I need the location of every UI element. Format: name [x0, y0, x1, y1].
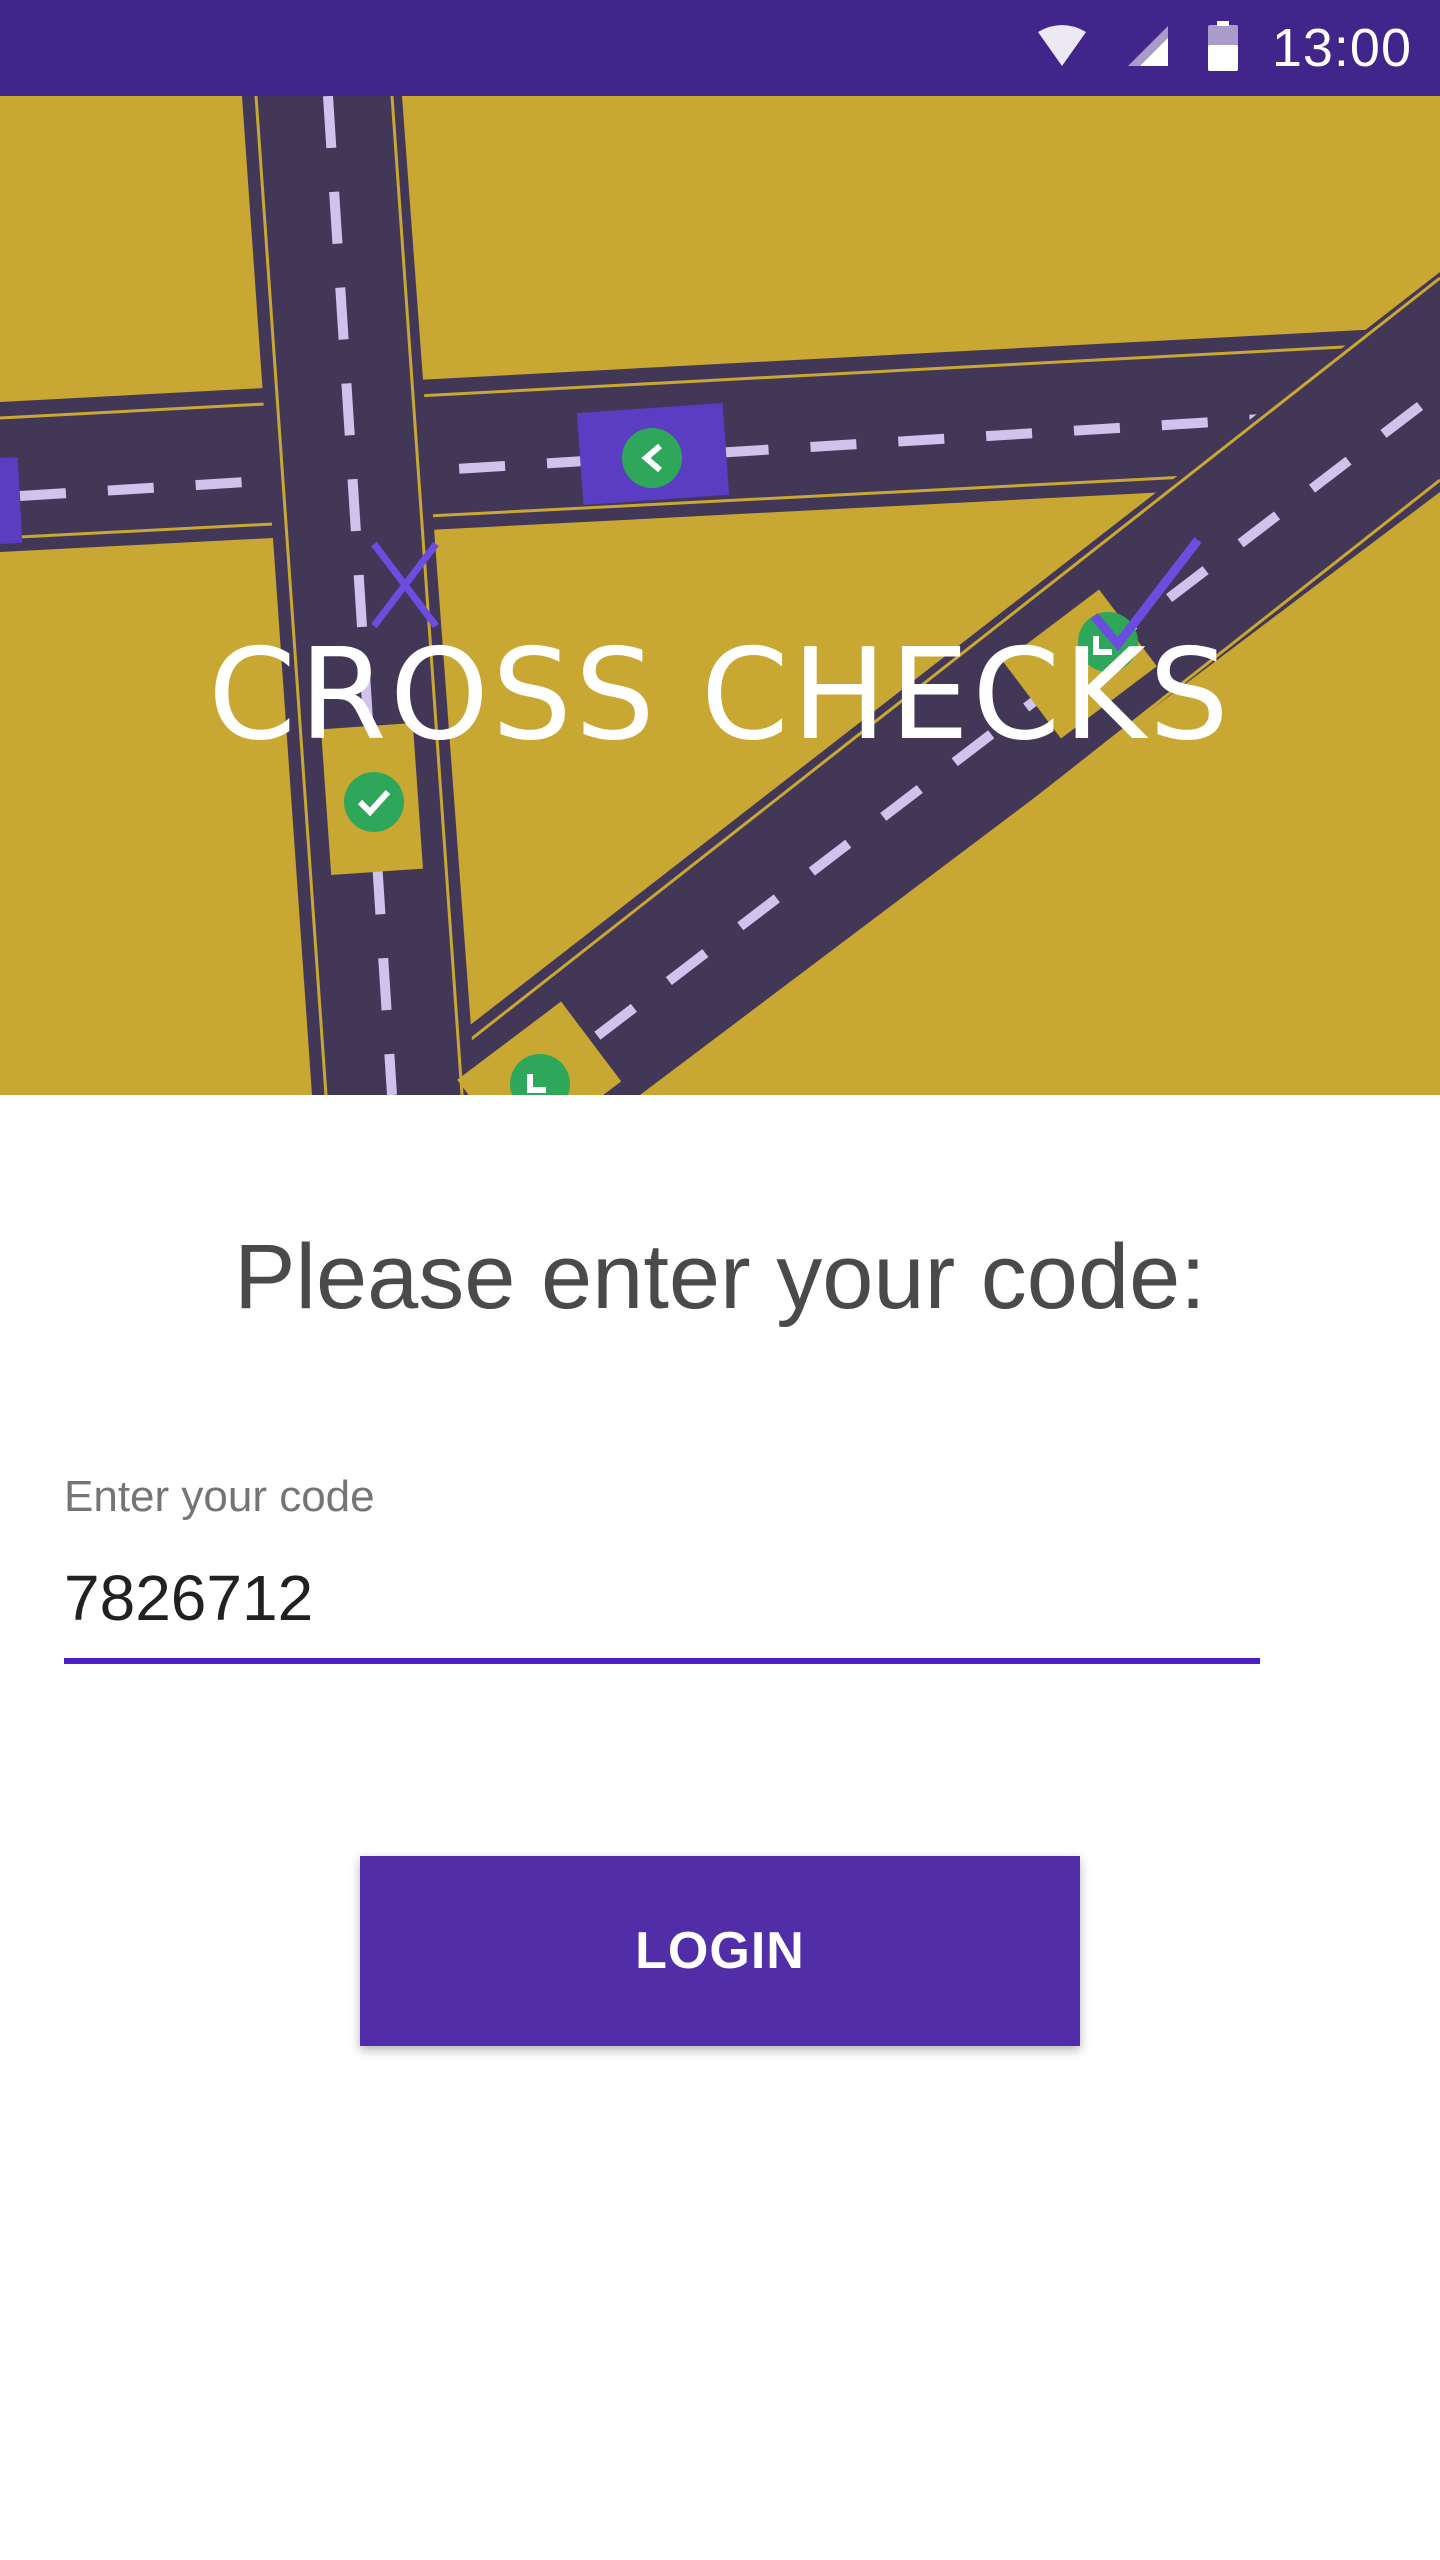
code-field-label: Enter your code — [64, 1472, 375, 1521]
wifi-icon — [1036, 24, 1088, 73]
hero-banner: CROSS CHECKS — [0, 96, 1440, 1095]
cell-signal-icon — [1126, 24, 1170, 73]
vertical-road — [242, 96, 476, 1095]
car-purple — [576, 403, 730, 505]
roads-illustration: CROSS CHECKS — [0, 96, 1440, 1095]
status-time: 13:00 — [1271, 18, 1412, 78]
app-logo: CROSS CHECKS — [208, 621, 1232, 768]
status-icons: 13:00 — [998, 0, 1412, 96]
code-input-underline — [64, 1658, 1260, 1664]
status-bar: 13:00 — [0, 0, 1440, 96]
battery-icon — [1207, 20, 1238, 76]
page-title: Please enter your code: — [234, 1226, 1206, 1328]
code-input[interactable] — [64, 1548, 1260, 1648]
login-button[interactable]: LOGIN — [360, 1856, 1080, 2046]
